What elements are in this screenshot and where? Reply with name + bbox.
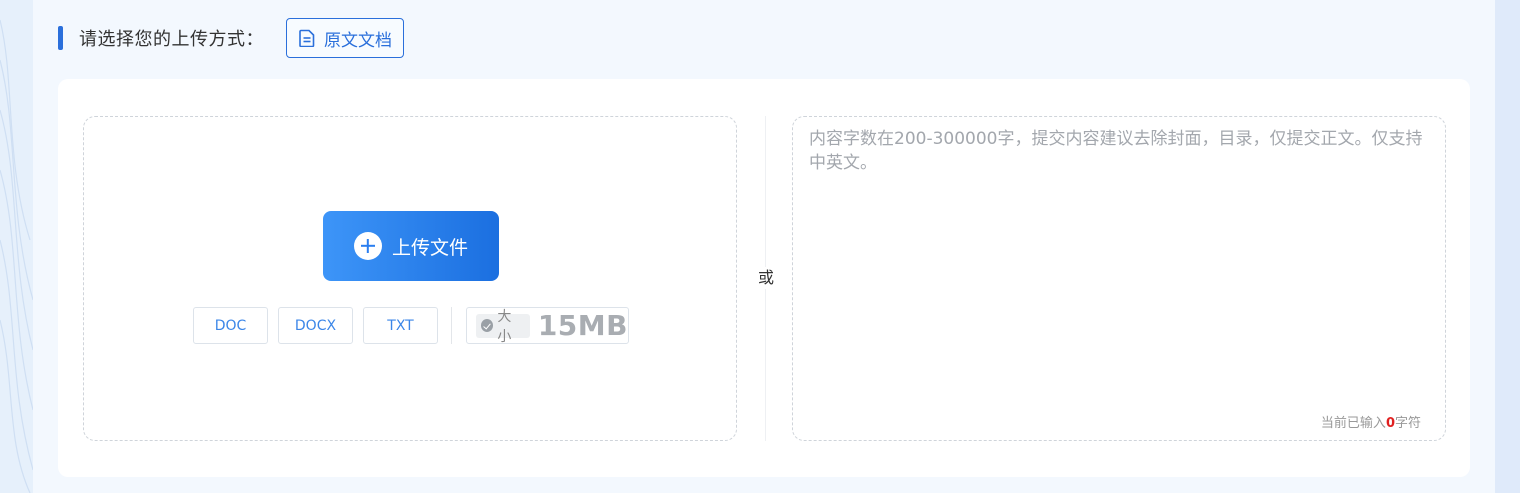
format-divider	[451, 307, 452, 344]
upload-panel: 请选择您的上传方式： 原文文档 上传文件 DOC DOCX TXT 大小 15M…	[33, 0, 1495, 493]
header-title: 请选择您的上传方式：	[79, 29, 264, 50]
size-label: 大小	[497, 308, 512, 345]
counter-count: 0	[1385, 416, 1395, 431]
upload-file-button[interactable]: 上传文件	[323, 211, 499, 281]
content-textarea[interactable]	[809, 127, 1429, 397]
size-chip: 大小	[476, 309, 530, 345]
counter-prefix: 当前已输入	[1320, 416, 1386, 431]
plus-circle-icon	[353, 232, 382, 260]
format-tag-doc: DOC	[193, 307, 268, 344]
file-drop-zone[interactable]: 上传文件 DOC DOCX TXT 大小 15MB	[83, 116, 737, 441]
or-label: 或	[755, 267, 777, 289]
upload-method-header: 请选择您的上传方式： 原文文档	[58, 18, 404, 58]
counter-suffix: 字符	[1394, 416, 1421, 431]
size-limit-value: 15MB	[537, 309, 628, 342]
upload-file-label: 上传文件	[391, 236, 468, 259]
upload-card: 上传文件 DOC DOCX TXT 大小 15MB 或 内容字数在200-300…	[58, 79, 1470, 477]
right-edge-background	[1495, 0, 1520, 493]
format-tag-docx: DOCX	[278, 307, 353, 344]
text-paste-zone: 当前已输入0字符	[792, 116, 1446, 441]
format-tag-txt: TXT	[363, 307, 438, 344]
header-accent-bar	[58, 26, 63, 50]
character-counter: 当前已输入0字符	[1321, 412, 1421, 431]
check-circle-icon	[481, 319, 494, 332]
original-document-button[interactable]: 原文文档	[286, 18, 404, 58]
supported-formats: DOC DOCX TXT 大小 15MB	[193, 307, 629, 345]
original-document-label: 原文文档	[324, 30, 392, 51]
document-icon	[299, 29, 315, 47]
size-limit-badge: 大小 15MB	[466, 307, 629, 345]
